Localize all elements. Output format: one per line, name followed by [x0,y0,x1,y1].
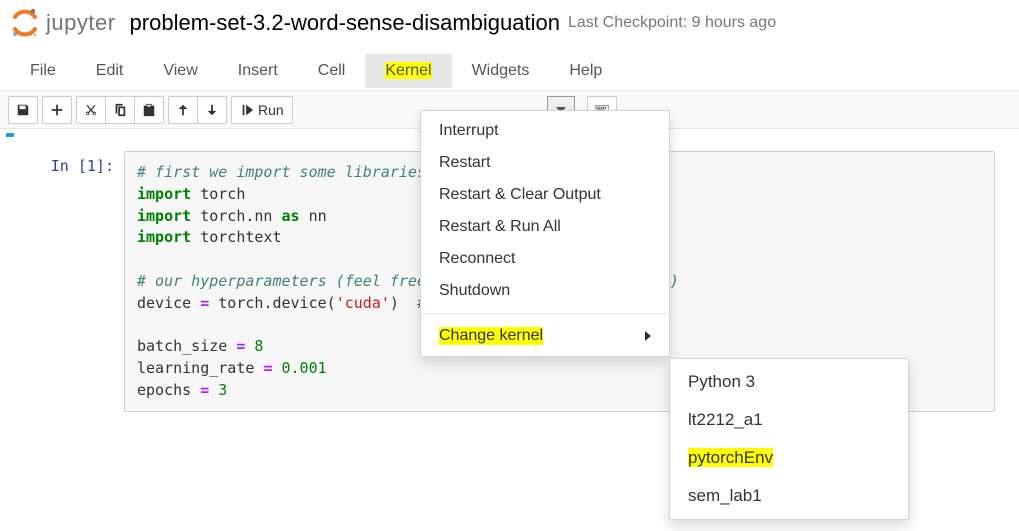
checkpoint-text: Last Checkpoint: 9 hours ago [568,14,776,32]
brand-text: jupyter [46,10,116,36]
save-icon [16,103,30,117]
kernel-restart[interactable]: Restart [421,147,669,179]
run-label: Run [258,102,284,118]
move-down-button[interactable] [197,96,227,124]
kernel-option-semlab1[interactable]: sem_lab1 [670,477,908,515]
menu-kernel-label: Kernel [385,62,431,79]
paste-button[interactable] [134,96,164,124]
kernel-interrupt[interactable]: Interrupt [421,115,669,147]
menu-view[interactable]: View [143,54,217,88]
plus-icon [50,103,64,117]
copy-button[interactable] [105,96,135,124]
cut-button[interactable] [76,96,106,124]
jupyter-logo[interactable]: jupyter [10,8,116,38]
jupyter-logo-icon [10,8,40,38]
menu-cell[interactable]: Cell [298,54,366,88]
kernel-option-pytorchenv[interactable]: pytorchEnv [670,439,908,477]
copy-icon [113,103,127,117]
add-cell-button[interactable] [42,96,72,124]
kernel-option-lt2212[interactable]: lt2212_a1 [670,401,908,439]
change-kernel-label: Change kernel [439,327,543,345]
kernel-restart-clear[interactable]: Restart & Clear Output [421,179,669,211]
menu-widgets[interactable]: Widgets [452,54,550,88]
change-kernel-submenu: Python 3 lt2212_a1 pytorchEnv sem_lab1 [669,358,909,520]
kernel-restart-run-all[interactable]: Restart & Run All [421,211,669,243]
kernel-dropdown: Interrupt Restart Restart & Clear Output… [420,110,670,357]
paste-icon [142,103,156,117]
kernel-shutdown[interactable]: Shutdown [421,275,669,307]
arrow-down-icon [205,103,219,117]
kernel-option-python3[interactable]: Python 3 [670,363,908,401]
arrow-up-icon [176,103,190,117]
menu-kernel[interactable]: Kernel [365,54,451,88]
menu-file[interactable]: File [10,54,76,88]
kernel-change-kernel[interactable]: Change kernel [421,320,669,352]
menu-help[interactable]: Help [549,54,622,88]
kernel-reconnect[interactable]: Reconnect [421,243,669,275]
scissors-icon [84,103,98,117]
header: jupyter problem-set-3.2-word-sense-disam… [0,0,1019,44]
menubar: File Edit View Insert Cell Kernel Widget… [0,52,1019,91]
menu-edit[interactable]: Edit [76,54,144,88]
move-up-button[interactable] [168,96,198,124]
run-icon [240,103,254,117]
move-group [168,96,227,124]
cell-prompt: In [1]: [24,151,124,412]
save-button[interactable] [8,96,38,124]
edit-group [76,96,164,124]
notebook-title[interactable]: problem-set-3.2-word-sense-disambiguatio… [130,10,560,36]
caret-right-icon [645,331,651,341]
menu-insert[interactable]: Insert [218,54,298,88]
menu-separator [421,313,669,314]
run-button[interactable]: Run [231,96,293,124]
